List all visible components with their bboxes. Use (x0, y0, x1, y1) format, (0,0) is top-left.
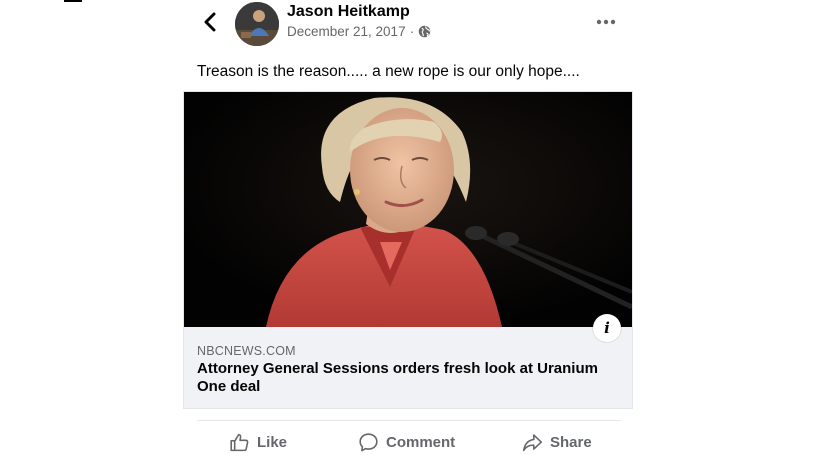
actions-divider (197, 420, 621, 421)
link-preview-image[interactable] (184, 92, 632, 327)
chevron-left-icon (204, 12, 216, 32)
share-icon (522, 433, 543, 451)
info-button[interactable]: i (593, 314, 621, 342)
author-name[interactable]: Jason Heitkamp (287, 3, 410, 21)
more-horizontal-icon (596, 19, 616, 25)
share-button[interactable]: Share (522, 429, 592, 455)
like-button[interactable]: Like (229, 429, 287, 455)
meta-separator: · (409, 24, 415, 39)
preview-photo (184, 92, 632, 327)
link-title[interactable]: Attorney General Sessions orders fresh l… (197, 360, 617, 396)
comment-button[interactable]: Comment (358, 429, 455, 455)
post-meta: December 21, 2017 · (287, 24, 431, 39)
globe-icon[interactable] (418, 25, 431, 38)
more-options-button[interactable] (592, 10, 620, 34)
avatar[interactable] (235, 2, 279, 46)
post-date[interactable]: December 21, 2017 (287, 24, 406, 39)
share-label: Share (550, 433, 592, 451)
comment-label: Comment (386, 433, 456, 451)
like-label: Like (257, 433, 288, 451)
back-button[interactable] (196, 8, 224, 36)
link-preview-card[interactable]: i NBCNEWS.COM Attorney General Sessions … (183, 91, 633, 409)
comment-icon (359, 432, 378, 451)
post-text: Treason is the reason..... a new rope is… (197, 63, 580, 80)
thumbs-up-icon (230, 433, 249, 451)
top-edge-mark (64, 0, 82, 2)
avatar-image (235, 2, 279, 46)
link-domain: NBCNEWS.COM (197, 344, 296, 358)
